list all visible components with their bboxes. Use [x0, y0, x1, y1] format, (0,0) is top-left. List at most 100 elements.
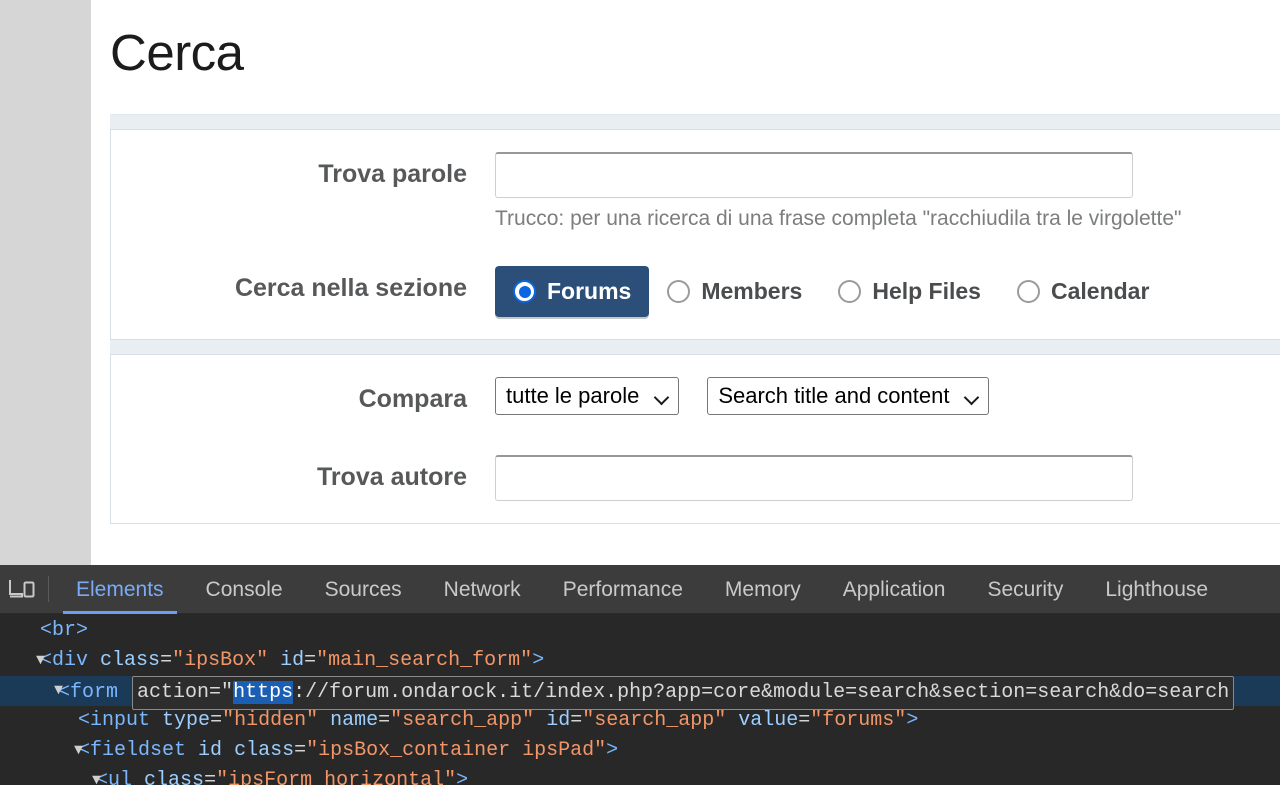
tab-console[interactable]: Console	[185, 565, 304, 614]
form-row-cerca-nella-sezione: Cerca nella sezione Forums Members Help …	[111, 266, 1280, 318]
dom-div-attr-class: class	[100, 649, 161, 672]
sp	[726, 709, 738, 732]
dom-node-br: <br>	[40, 619, 89, 642]
expand-triangle-icon[interactable]: ▼	[36, 646, 45, 676]
browser-left-gutter	[0, 0, 91, 565]
dom-div-attr-id: id	[280, 649, 305, 672]
page-title: Cerca	[110, 24, 244, 81]
dom-input-value-value: "forums"	[810, 709, 907, 732]
sp	[318, 709, 330, 732]
radio-option-help-files[interactable]: Help Files	[820, 266, 999, 317]
dom-input-type-value: "hidden"	[222, 709, 319, 732]
expand-triangle-icon[interactable]: ▼	[74, 736, 83, 766]
form-row-compara: Compara tutte le parole Search title and…	[111, 377, 1280, 421]
search-section-radio-group: Forums Members Help Files Calendar	[495, 266, 1280, 318]
chevron-down-icon	[965, 392, 979, 401]
dom-fieldset-close: >	[606, 739, 619, 762]
dom-line-form-selected[interactable]: ▼ <form action="https://forum.ondarock.it…	[0, 676, 1280, 710]
radio-option-members[interactable]: Members	[649, 266, 820, 317]
dom-div-close: >	[532, 649, 545, 672]
dom-ul-class-value: "ipsForm_horizontal"	[216, 769, 457, 785]
sp	[222, 739, 234, 762]
match-type-select-value: tutte le parole	[506, 383, 640, 409]
radio-label-forums: Forums	[547, 278, 632, 305]
dom-input-attr-id: id	[546, 709, 571, 732]
dom-line-input-hidden[interactable]: <input type="hidden" name="search_app" i…	[0, 706, 1280, 736]
device-toolbar-icon[interactable]	[0, 565, 44, 614]
dom-line-div-ipsbox[interactable]: ▼ <div class="ipsBox" id="main_search_for…	[0, 646, 1280, 676]
eq: =	[570, 709, 583, 732]
sp	[118, 681, 130, 704]
eq: =	[798, 709, 811, 732]
search-keywords-input[interactable]	[495, 152, 1133, 198]
radio-dot-icon	[838, 280, 862, 304]
field-compara: tutte le parole Search title and content	[495, 377, 1280, 416]
compara-select-row: tutte le parole Search title and content	[495, 377, 1280, 416]
match-type-select[interactable]: tutte le parole	[495, 377, 680, 416]
tab-elements[interactable]: Elements	[55, 565, 185, 614]
radio-dot-selected-icon	[513, 280, 536, 304]
sp	[268, 649, 280, 672]
sp	[132, 769, 144, 785]
label-trova-autore: Trova autore	[316, 463, 467, 492]
dom-ul-tag: ul	[108, 769, 133, 785]
dom-tree: <br> ▼ <div class="ipsBox" id="main_searc…	[0, 614, 1280, 785]
form-row-trova-parole: Trova parole Trucco: per una ricerca di …	[111, 152, 1280, 232]
expand-triangle-icon[interactable]: ▼	[54, 676, 63, 706]
dom-ul-close: >	[456, 769, 469, 785]
search-author-input[interactable]	[495, 455, 1133, 502]
sp	[88, 649, 100, 672]
dom-ul-attr-class: class	[144, 769, 205, 785]
dom-input-name-value: "search_app"	[390, 709, 535, 732]
tab-performance[interactable]: Performance	[542, 565, 704, 614]
toolbar-divider	[48, 576, 49, 602]
dom-line-fieldset[interactable]: ▼ <fieldset id class="ipsBox_container ip…	[0, 736, 1280, 766]
eq: =	[378, 709, 391, 732]
tab-application[interactable]: Application	[822, 565, 967, 614]
dom-input-attr-value: value	[738, 709, 799, 732]
dom-input-open: <	[78, 709, 91, 732]
eq: =	[204, 769, 217, 785]
sp	[186, 739, 198, 762]
tab-sources[interactable]: Sources	[304, 565, 423, 614]
dom-line-br[interactable]: <br>	[0, 616, 1280, 646]
radio-label-calendar: Calendar	[1050, 278, 1150, 305]
tab-lighthouse[interactable]: Lighthouse	[1084, 565, 1229, 614]
dom-fieldset-attr-class: class	[234, 739, 295, 762]
eq: =	[294, 739, 307, 762]
search-fieldset-options: Compara tutte le parole Search title and…	[110, 354, 1280, 525]
tab-network[interactable]: Network	[423, 565, 542, 614]
main-search-form-box: Trova parole Trucco: per una ricerca di …	[110, 114, 1280, 525]
web-page-viewport: Cerca Trova parole Trucco: per una ricer…	[91, 0, 1280, 565]
radio-dot-icon	[667, 280, 691, 304]
dom-form-tag: form	[70, 681, 119, 704]
radio-label-members: Members	[701, 278, 803, 305]
eq: =	[160, 649, 173, 672]
tab-security[interactable]: Security	[966, 565, 1084, 614]
selected-attribute-text: https	[233, 681, 294, 704]
eq: =	[304, 649, 317, 672]
radio-option-forums[interactable]: Forums	[495, 266, 650, 318]
dom-input-attr-name: name	[330, 709, 379, 732]
field-cerca-nella-sezione: Forums Members Help Files Calendar	[495, 266, 1280, 318]
radio-dot-icon	[1016, 280, 1040, 304]
search-keywords-hint: Trucco: per una ricerca di una frase com…	[495, 207, 1182, 230]
eq: =	[210, 709, 223, 732]
search-scope-select-value: Search title and content	[718, 383, 950, 409]
tab-memory[interactable]: Memory	[704, 565, 822, 614]
search-fieldset-primary: Trova parole Trucco: per una ricerca di …	[110, 129, 1280, 341]
expand-triangle-icon[interactable]: ▼	[92, 766, 101, 785]
devtools-header: Elements Console Sources Network Perform…	[0, 565, 1280, 614]
attribute-edit-box[interactable]: action="https://forum.ondarock.it/index.…	[132, 676, 1235, 710]
dom-input-attr-type: type	[162, 709, 211, 732]
field-trova-parole: Trucco: per una ricerca di una frase com…	[495, 152, 1280, 232]
dom-form-attr-action: action="	[137, 681, 234, 704]
devtools-tab-bar: Elements Console Sources Network Perform…	[55, 565, 1280, 614]
dom-form-action-rest: ://forum.ondarock.it/index.php?app=core&…	[293, 681, 1230, 704]
dom-div-tag: div	[52, 649, 89, 672]
field-trova-autore	[495, 455, 1280, 502]
radio-option-calendar[interactable]: Calendar	[999, 266, 1167, 317]
dom-line-ul[interactable]: ▼ <ul class="ipsForm_horizontal">	[0, 766, 1280, 785]
search-scope-select[interactable]: Search title and content	[707, 377, 990, 416]
radio-label-help-files: Help Files	[872, 278, 981, 305]
